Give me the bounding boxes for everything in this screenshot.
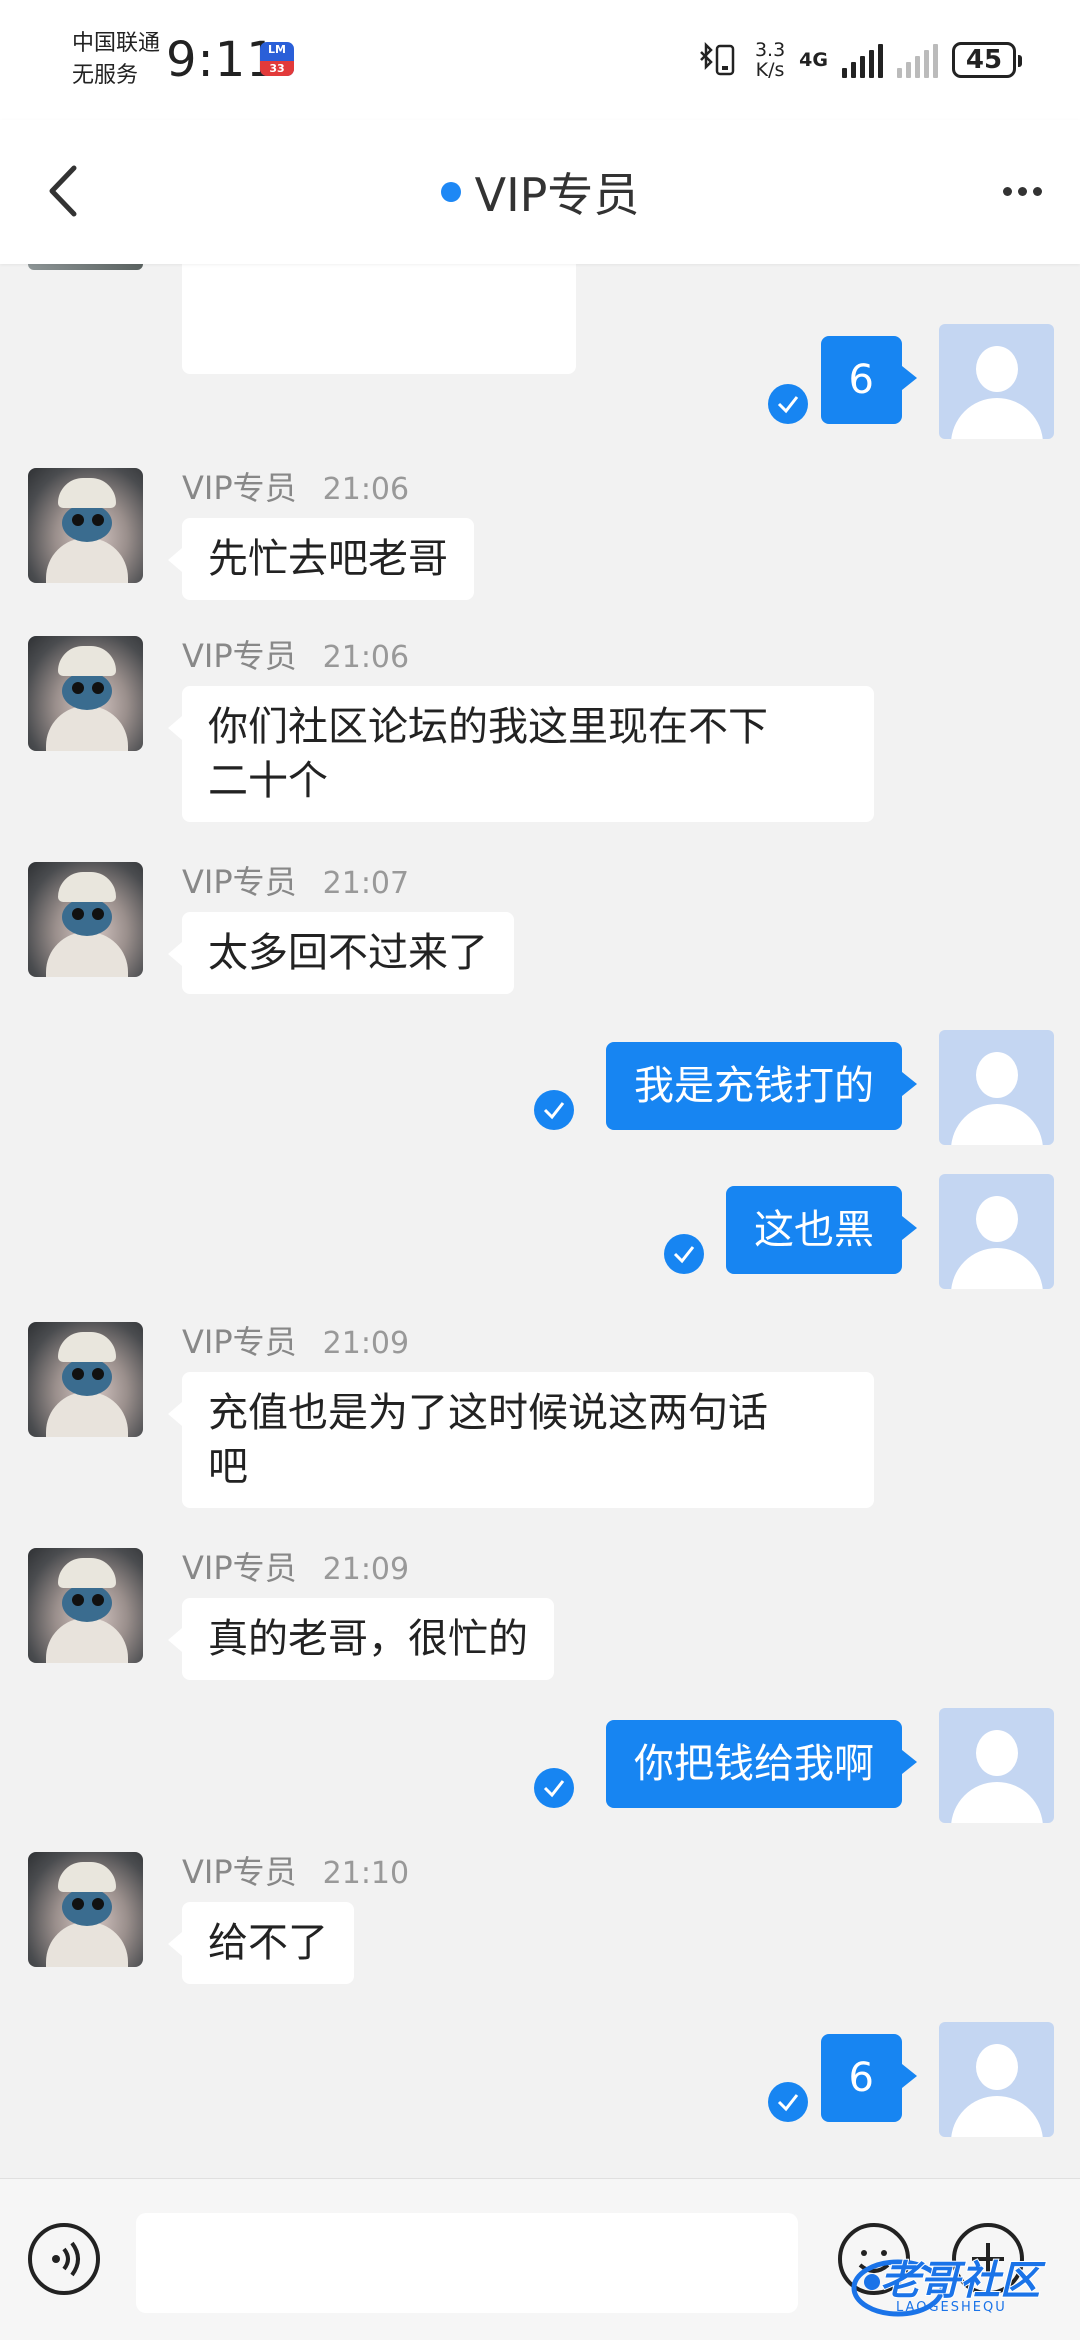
bluetooth-vibrate-icon: [700, 41, 735, 76]
read-receipt-icon: [534, 1768, 574, 1808]
app-notification-icon: LM 33: [260, 42, 294, 76]
read-receipt-icon: [768, 384, 808, 424]
app-badge-count: 33: [260, 61, 294, 76]
read-receipt-icon: [664, 1234, 704, 1274]
message-bubble[interactable]: 你把钱给我啊: [606, 1720, 917, 1808]
sender-name: VIP专员: [182, 863, 297, 901]
message-line: 吧: [208, 1444, 248, 1490]
message-input[interactable]: [136, 2213, 798, 2313]
message-bubble[interactable]: 6: [820, 2034, 918, 2122]
message-bubble[interactable]: 这也黑: [726, 1186, 917, 1274]
message-meta: VIP专员 21:09: [182, 1320, 409, 1366]
message-meta: VIP专员 21:06: [182, 466, 409, 512]
watermark-text: 老哥社区: [879, 2257, 1041, 2305]
message-time: 21:09: [322, 1326, 410, 1361]
chat-header: VIP专员: [0, 120, 1080, 264]
battery-icon: 45: [952, 42, 1022, 78]
read-receipt-icon: [768, 2082, 808, 2122]
message-bubble[interactable]: 我是充钱打的: [606, 1042, 917, 1130]
message-bubble[interactable]: 先忙去吧老哥: [168, 518, 474, 600]
contact-avatar[interactable]: [28, 1852, 143, 1967]
my-avatar[interactable]: [939, 1708, 1054, 1823]
network-speed-unit: K/s: [755, 59, 785, 81]
message-bubble[interactable]: 太多回不过来了: [168, 912, 514, 994]
message-list[interactable]: 6 VIP专员 21:06 先忙去吧老哥 VIP专员 21:06 你们社区论坛的我这…: [0, 264, 1080, 2178]
more-dot-icon: [1032, 186, 1042, 196]
contact-avatar[interactable]: [28, 636, 143, 751]
app-badge-top: LM: [268, 43, 286, 56]
message-bubble-partial: [182, 264, 576, 374]
chat-title: VIP专员: [0, 120, 1080, 264]
system-indicators: 3.3 K/s 4G 45: [697, 36, 1022, 84]
watermark-subtext: LAOGESHEQU: [896, 2300, 1007, 2315]
read-receipt-icon: [534, 1090, 574, 1130]
network-type: 4G: [799, 49, 828, 71]
message-bubble[interactable]: 6: [820, 336, 918, 424]
more-dot-icon: [1017, 186, 1027, 196]
message-line: 二十个: [208, 758, 328, 804]
message-meta: VIP专员 21:06: [182, 634, 409, 680]
carrier-info: 中国联通 无服务: [72, 28, 160, 92]
message-line: 充值也是为了这时候说这两句话: [208, 1390, 768, 1436]
contact-avatar[interactable]: [28, 1548, 143, 1663]
message-bubble[interactable]: 真的老哥，很忙的: [168, 1598, 554, 1680]
my-avatar[interactable]: [939, 1174, 1054, 1289]
message-bubble[interactable]: 你们社区论坛的我这里现在不下 二十个: [168, 686, 874, 822]
avatar[interactable]: [28, 264, 143, 270]
message-time: 21:06: [322, 640, 410, 675]
voice-icon: [52, 2241, 80, 2277]
my-avatar[interactable]: [939, 1030, 1054, 1145]
more-dot-icon: [1002, 186, 1012, 196]
sender-name: VIP专员: [182, 1549, 297, 1587]
status-bar: 中国联通 无服务 9:11 LM 33 3.3 K/s 4G 45: [0, 0, 1080, 120]
message-meta: VIP专员 21:10: [182, 1850, 409, 1896]
my-avatar[interactable]: [939, 324, 1054, 439]
message-meta: VIP专员 21:09: [182, 1546, 409, 1592]
network-speed: 3.3 K/s: [755, 40, 785, 80]
message-line: 你们社区论坛的我这里现在不下: [208, 704, 768, 750]
carrier-name: 中国联通: [72, 31, 161, 56]
message-bubble[interactable]: 给不了: [168, 1902, 354, 1984]
contact-avatar[interactable]: [28, 468, 143, 583]
online-status-dot: [440, 182, 461, 202]
signal-no-service-icon: [897, 42, 938, 78]
voice-input-button[interactable]: [28, 2223, 100, 2295]
my-avatar[interactable]: [939, 2022, 1054, 2137]
contact-avatar[interactable]: [28, 862, 143, 977]
more-options-button[interactable]: [994, 166, 1050, 216]
message-time: 21:10: [322, 1856, 410, 1891]
message-bubble[interactable]: 充值也是为了这时候说这两句话 吧: [168, 1372, 874, 1508]
carrier-service: 无服务: [72, 63, 139, 88]
sender-name: VIP专员: [182, 637, 297, 675]
message-time: 21:09: [322, 1552, 410, 1587]
signal-strength-icon: [842, 42, 883, 78]
sender-name: VIP专员: [182, 469, 297, 507]
message-meta: VIP专员 21:07: [182, 860, 409, 906]
sender-name: VIP专员: [182, 1323, 297, 1361]
sender-name: VIP专员: [182, 1853, 297, 1891]
message-time: 21:07: [322, 866, 410, 901]
chat-title-text: VIP专员: [474, 168, 640, 222]
contact-avatar[interactable]: [28, 1322, 143, 1437]
network-speed-value: 3.3: [754, 39, 786, 61]
message-time: 21:06: [322, 472, 410, 507]
